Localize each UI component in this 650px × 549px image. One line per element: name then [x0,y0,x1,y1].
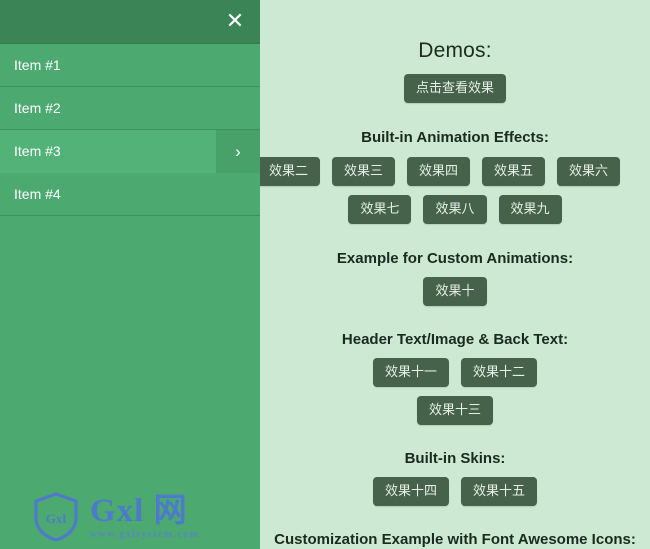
effect-button[interactable]: 效果十三 [417,396,493,425]
section-title-builtin-skins: Built-in Skins: [260,425,650,468]
primary-demo-button[interactable]: 点击查看效果 [404,74,506,103]
panel-header: ✕ [0,0,260,44]
effect-button-row: 效果十三 [260,396,650,425]
effect-button[interactable]: 效果四 [407,157,470,186]
section-title-header-text: Header Text/Image & Back Text: [260,306,650,349]
section-title-font-awesome: Customization Example with Font Awesome … [260,506,650,549]
panel-item-2[interactable]: Item #2 [0,87,260,130]
page-title: Demos: [260,0,650,64]
section-title-builtin-animation: Built-in Animation Effects: [260,103,650,147]
effect-button[interactable]: 效果十四 [373,477,449,506]
effect-button-row: 效果七 效果八 效果九 [260,195,650,224]
panel-item-label: Item #4 [14,186,61,202]
chevron-right-icon[interactable]: › [216,130,260,173]
effect-button-row: 效果十四 效果十五 [260,477,650,506]
panel-item-1[interactable]: Item #1 [0,44,260,87]
panel-item-list: Item #1 Item #2 Item #3 › Item #4 [0,44,260,216]
effect-button[interactable]: 效果九 [499,195,562,224]
panel-item-label: Item #2 [14,100,61,116]
effect-button[interactable]: 效果三 [332,157,395,186]
panel-item-4[interactable]: Item #4 [0,173,260,216]
effect-button[interactable]: 效果十二 [461,358,537,387]
section-title-custom-animations: Example for Custom Animations: [260,224,650,268]
effect-button[interactable]: 效果十五 [461,477,537,506]
effect-button[interactable]: 效果二 [257,157,320,186]
close-icon[interactable]: ✕ [220,6,250,36]
panel-item-3[interactable]: Item #3 › [0,130,260,173]
slide-menu-panel: ✕ Item #1 Item #2 Item #3 › Item #4 [0,0,260,549]
panel-item-label: Item #3 [14,143,61,159]
effect-button[interactable]: 效果十 [423,277,486,306]
effect-button[interactable]: 效果十一 [373,358,449,387]
effect-button-row: 效果十一 效果十二 [260,358,650,387]
primary-button-row: 点击查看效果 [260,74,650,103]
effect-button[interactable]: 效果八 [423,195,486,224]
effect-button[interactable]: 效果五 [482,157,545,186]
panel-item-label: Item #1 [14,57,61,73]
effect-button-row: 效果十 [260,277,650,306]
effect-button[interactable]: 效果七 [348,195,411,224]
effect-button[interactable]: 效果六 [557,157,620,186]
app-root: Demos: 点击查看效果 Built-in Animation Effects… [0,0,650,549]
